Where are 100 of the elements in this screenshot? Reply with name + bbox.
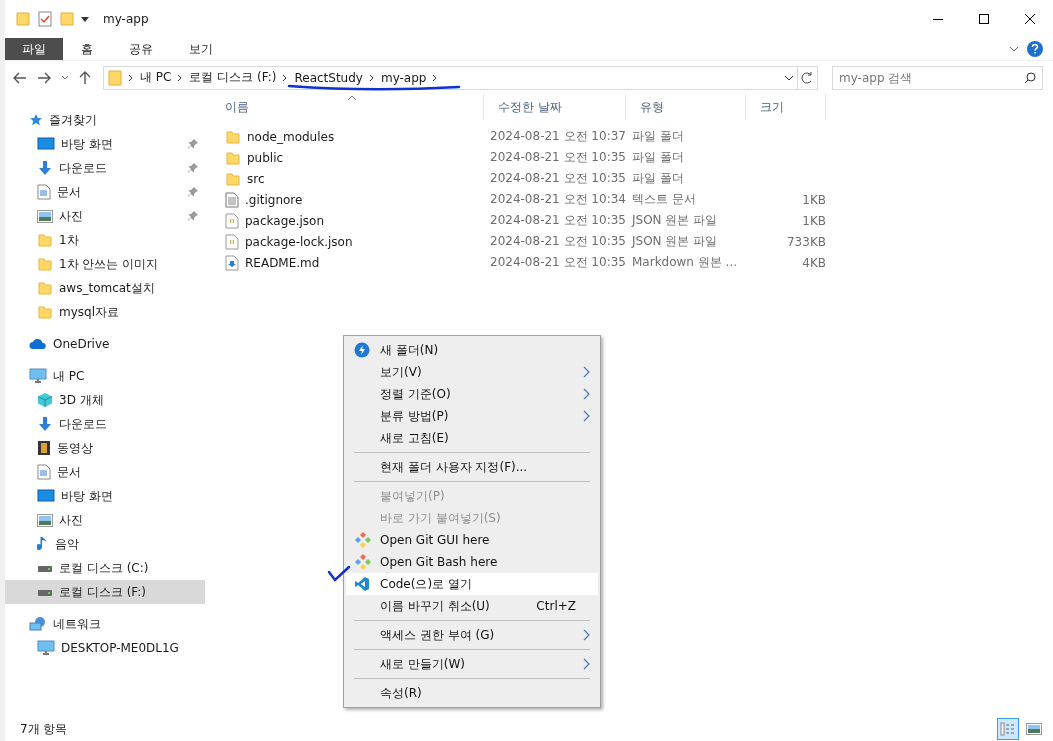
menu-item[interactable]: 새 폴더(N) (346, 339, 598, 361)
photo-icon (1026, 723, 1042, 735)
column-header[interactable]: 수정한 날짜 (484, 94, 626, 120)
sidebar-item[interactable]: 로컬 디스크 (F:) (5, 580, 205, 604)
sidebar-item[interactable]: 음악 (5, 532, 205, 556)
file-type: 파일 폴더 (631, 170, 685, 187)
modified-date: 2024-08-21 오전 10:35 (489, 149, 626, 166)
menu-item[interactable]: 새로 고침(E) (346, 427, 598, 449)
sidebar-item[interactable]: mysql자료 (5, 300, 205, 324)
menu-item[interactable]: 액세스 권한 부여 (G) (346, 624, 598, 646)
details-list-icon (1000, 722, 1016, 736)
maximize-icon (979, 14, 989, 24)
chevron-down-icon[interactable] (1009, 46, 1019, 52)
sidebar-item[interactable]: 1차 (5, 228, 205, 252)
chevron-right-icon (432, 73, 439, 82)
sidebar-item[interactable]: 3D 개체 (5, 388, 205, 412)
diamonds-icon (354, 531, 372, 549)
ribbon-tab[interactable]: 홈 (67, 38, 107, 60)
folder-icon (225, 128, 241, 145)
modified-date: 2024-08-21 오전 10:35 (489, 212, 626, 229)
document-icon (37, 184, 51, 200)
star-icon (29, 113, 43, 127)
sidebar-item[interactable]: 문서 (5, 460, 205, 484)
file-name[interactable]: src (211, 170, 484, 187)
sidebar-item[interactable]: 사진 (5, 508, 205, 532)
menu-item[interactable]: 정렬 기준(O) (346, 383, 598, 405)
search-field[interactable]: my-app 검색 (832, 65, 1043, 90)
ribbon-tab[interactable]: 파일 (5, 38, 63, 60)
monitor-icon (37, 489, 55, 503)
menu-item[interactable]: 현재 폴더 사용자 지정(F)... (346, 456, 598, 478)
file-type: 텍스트 문서 (631, 191, 697, 208)
monitor-icon (37, 137, 55, 151)
checklist-icon[interactable] (37, 11, 53, 27)
sidebar-item[interactable]: DESKTOP-ME0DL1G (5, 636, 205, 660)
sidebar-item[interactable]: 1차 안쓰는 이미지 (5, 252, 205, 276)
file-type: Markdown 원본 ... (631, 254, 739, 271)
sidebar-item[interactable]: OneDrive (5, 332, 205, 356)
sidebar-item[interactable]: 즐겨찾기 (5, 108, 205, 132)
sidebar-item[interactable]: 네트워크 (5, 612, 205, 636)
details-view-button[interactable] (997, 718, 1019, 740)
close-icon (1025, 14, 1035, 24)
file-name[interactable]: node_modules (211, 128, 484, 145)
menu-item[interactable]: Code(으)로 열기 (346, 573, 598, 595)
file-name[interactable]: .gitignore (211, 191, 484, 208)
photo-icon (37, 513, 53, 527)
column-header[interactable]: 크기 (746, 94, 826, 120)
sidebar-item[interactable]: 사진 (5, 204, 205, 228)
menu-item[interactable]: 이름 바꾸기 취소(U) Ctrl+Z (346, 595, 598, 617)
monitor-icon (29, 368, 47, 384)
menu-item[interactable]: 보기(V) (346, 361, 598, 383)
column-header[interactable]: 유형 (626, 94, 746, 120)
item-count: 7개 항목 (20, 720, 68, 738)
minimize-icon (933, 18, 943, 20)
sidebar-item[interactable]: 다운로드 (5, 412, 205, 436)
sidebar-item[interactable]: aws_tomcat설치 (5, 276, 205, 300)
ribbon-tab[interactable]: 보기 (175, 38, 227, 60)
menu-item[interactable]: 새로 만들기(W) (346, 653, 598, 675)
chevron-down-icon (61, 74, 69, 81)
menu-item[interactable]: 속성(R) (346, 682, 598, 704)
sidebar-item[interactable]: 바탕 화면 (5, 484, 205, 508)
folder-icon (37, 256, 53, 272)
download-arrow-icon (37, 416, 53, 432)
dropdown-icon[interactable] (81, 15, 89, 23)
sidebar-item[interactable]: 로컬 디스크 (C:) (5, 556, 205, 580)
chevron-right-icon (368, 73, 375, 82)
modified-date: 2024-08-21 오전 10:34 (489, 191, 626, 208)
document-icon (37, 464, 51, 480)
breadcrumb[interactable]: 로컬 디스크 (F:) (189, 69, 277, 86)
code-editor-icon (354, 576, 370, 592)
file-name[interactable]: README.md (211, 254, 484, 271)
help-icon[interactable] (1027, 41, 1043, 57)
file-icon (225, 212, 239, 229)
modified-date: 2024-08-21 오전 10:35 (489, 170, 626, 187)
folder-icon (37, 232, 53, 248)
file-name[interactable]: public (211, 149, 484, 166)
menu-item[interactable]: 분류 방법(P) (346, 405, 598, 427)
breadcrumb[interactable]: my-app (380, 70, 427, 85)
forward-arrow-icon (37, 71, 51, 84)
ribbon-tab[interactable]: 공유 (115, 38, 167, 60)
file-name[interactable]: package.json (211, 212, 484, 229)
file-name[interactable]: package-lock.json (211, 233, 484, 250)
file-type: JSON 원본 파일 (630, 233, 719, 250)
file-type: JSON 원본 파일 (630, 212, 719, 229)
breadcrumb[interactable]: ReactStudy (294, 70, 363, 85)
sidebar-item[interactable]: 다운로드 (5, 156, 205, 180)
breadcrumb[interactable]: 내 PC (140, 69, 172, 86)
column-header[interactable]: 이름 (211, 94, 484, 120)
modified-date: 2024-08-21 오전 10:37 (489, 128, 626, 145)
sidebar-item[interactable]: 동영상 (5, 436, 205, 460)
drive-icon (37, 587, 53, 597)
cube-icon (37, 392, 53, 408)
sidebar-item[interactable]: 바탕 화면 (5, 132, 205, 156)
menu-item[interactable]: Open Git GUI here (346, 529, 598, 551)
sidebar-item[interactable]: 내 PC (5, 364, 205, 388)
sidebar-item[interactable]: 문서 (5, 180, 205, 204)
address-bar[interactable]: 내 PC 로컬 디스크 (F:) ReactStudy my-app (103, 65, 818, 90)
folder-icon (108, 69, 122, 86)
menu-item[interactable]: Open Git Bash here (346, 551, 598, 573)
cloud-icon (29, 338, 47, 350)
drive-icon (37, 563, 53, 573)
